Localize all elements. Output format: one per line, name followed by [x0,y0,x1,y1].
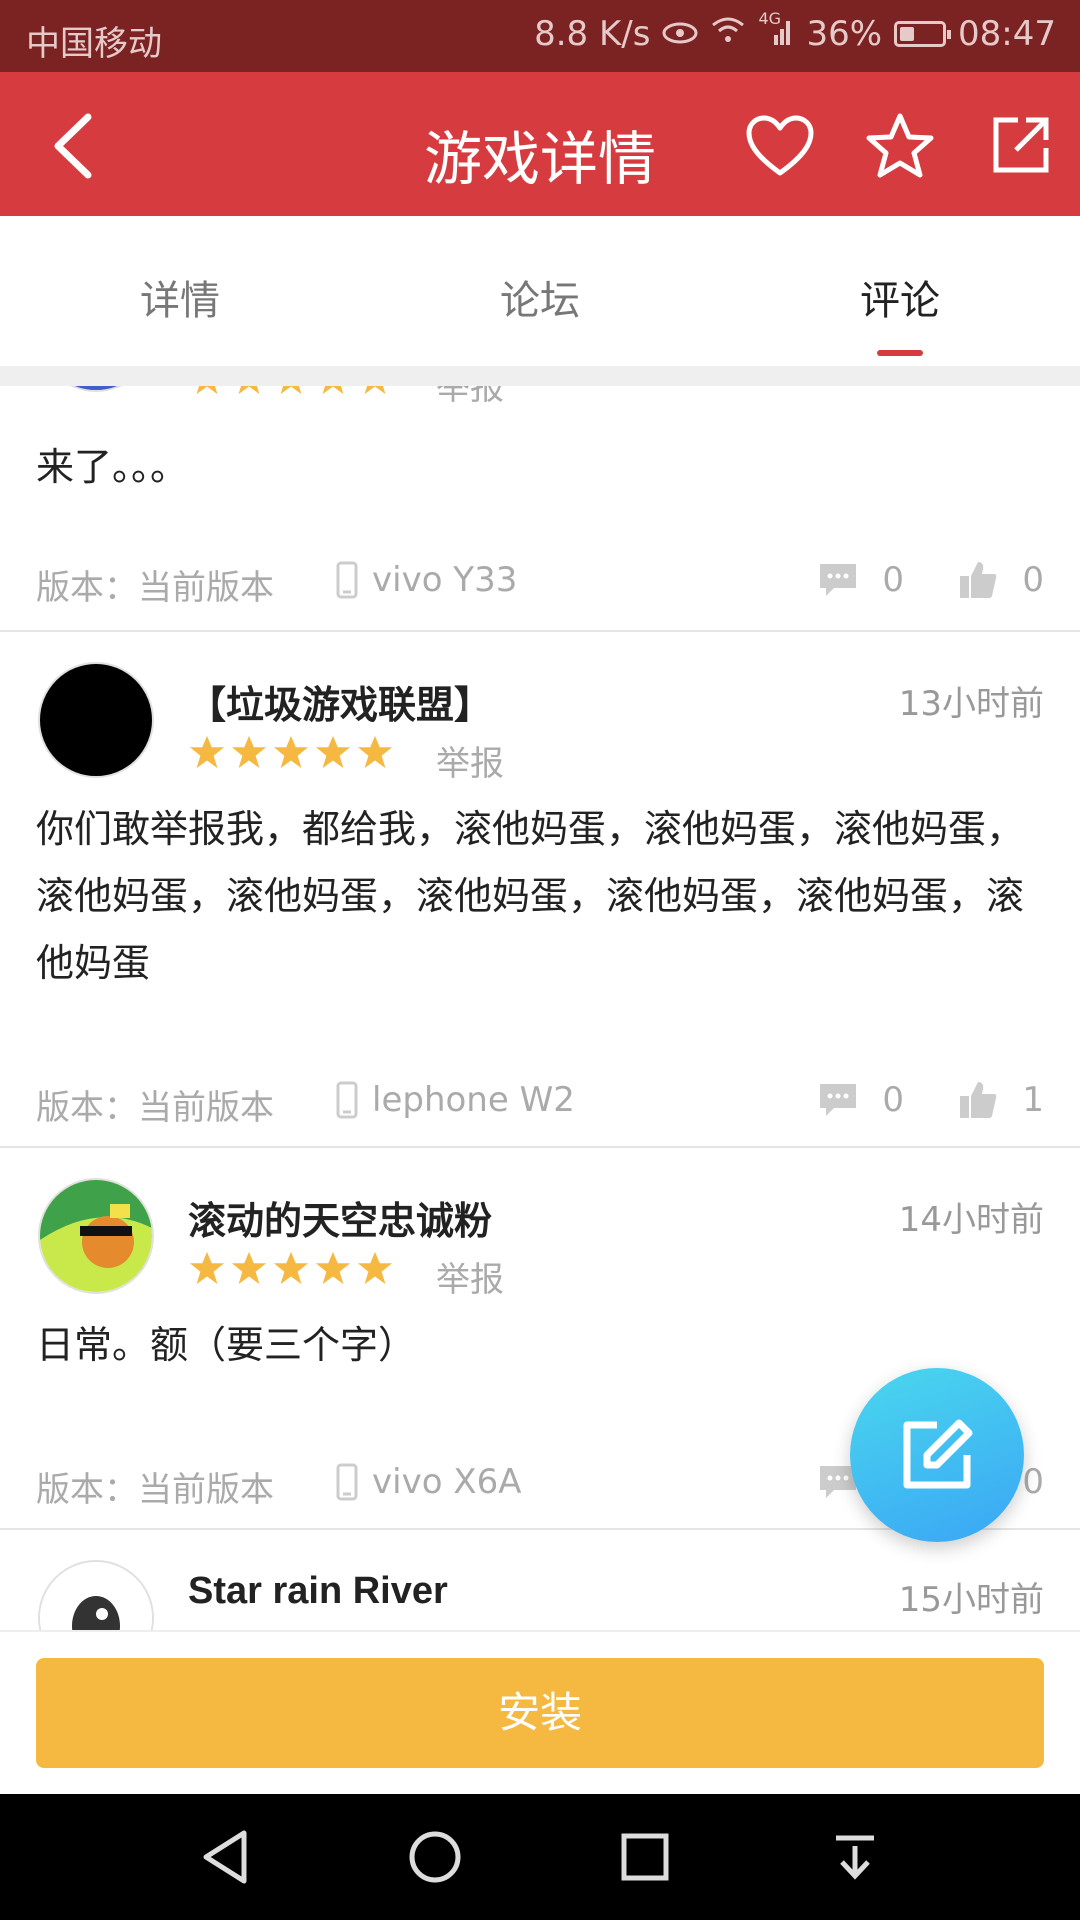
nav-home-icon[interactable] [400,1822,470,1892]
comment-icon [820,564,857,596]
tab-divider [0,366,1080,386]
comment-item: Star rain River 15小时前 [0,1530,1080,1630]
tab-details[interactable]: 详情 [0,216,360,366]
eye-icon [662,14,698,54]
thumbs-up-icon [960,1082,997,1118]
device-name: lephone W2 [372,1080,575,1120]
network-speed: 8.8 K/s [534,14,651,54]
nav-recents-icon[interactable] [610,1822,680,1892]
thumbs-up-icon [960,562,997,598]
tab-comments[interactable]: 评论 [720,216,1080,366]
like-count: 0 [1022,560,1044,600]
edit-icon [903,1419,973,1489]
star-icon [273,1251,309,1285]
star-icon [315,1251,351,1285]
wifi-icon [710,14,746,54]
write-comment-fab[interactable] [850,1368,1024,1542]
reply-count: 0 [882,560,904,600]
comment-item: 举报 来了。。。 版本：当前版本 vivo Y33 0 0 [0,386,1080,632]
nav-notifications-icon[interactable] [820,1822,890,1892]
report-button[interactable]: 举报 [436,386,504,409]
star-icon [357,735,393,769]
rating-stars [188,1250,394,1286]
avatar[interactable] [38,1178,154,1294]
install-button[interactable]: 安装 [36,1658,1044,1768]
device-info: lephone W2 [336,1080,575,1120]
like-count: 1 [1022,1080,1044,1120]
comment-text: 日常。额（要三个字） [36,1323,417,1367]
comment-text: 来了。。。 [36,445,189,489]
star-icon [273,735,309,769]
star-icon [357,1251,393,1285]
tab-forum[interactable]: 论坛 [360,216,720,366]
version-label: 版本：当前版本 [36,1088,274,1128]
share-icon[interactable] [982,108,1058,184]
avatar[interactable] [38,1560,154,1630]
system-nav-bar [0,1794,1080,1920]
star-icon [280,386,302,395]
app-header: 游戏详情 [0,72,1080,216]
comment-icon [820,1084,857,1116]
star-icon [189,1251,225,1285]
device-info: vivo X6A [336,1462,521,1502]
phone-icon [336,1081,358,1119]
star-icon[interactable] [862,108,938,184]
like-button[interactable]: 0 [958,560,1044,600]
status-bar: 中国移动 8.8 K/s 4G 36% 08:47 [0,0,1080,72]
status-right: 8.8 K/s 4G 36% 08:47 [534,9,1056,54]
reply-count-button[interactable]: 0 [818,560,904,600]
username[interactable]: 【垃圾游戏联盟】 [188,674,492,729]
avatar[interactable] [38,386,154,392]
device-info: vivo Y33 [336,560,517,600]
star-icon [238,386,260,395]
battery-icon [894,21,952,47]
star-icon [189,735,225,769]
star-icon [231,735,267,769]
star-icon [322,386,344,395]
star-icon [315,735,351,769]
signal-icon: 4G [758,9,794,51]
star-icon [364,386,386,395]
heart-icon[interactable] [742,108,818,184]
like-button[interactable]: 1 [958,1080,1044,1120]
device-name: vivo X6A [372,1462,522,1502]
timestamp: 13小时前 [898,684,1044,724]
avatar[interactable] [38,662,154,778]
star-icon [231,1251,267,1285]
device-name: vivo Y33 [372,560,518,600]
carrier-label: 中国移动 [26,24,162,64]
phone-icon [336,561,358,599]
like-count: 0 [1022,1462,1044,1502]
reply-count-button[interactable]: 0 [818,1080,904,1120]
report-button[interactable]: 举报 [436,1252,504,1301]
tab-bar: 详情 论坛 评论 [0,216,1080,366]
timestamp: 14小时前 [898,1200,1044,1240]
report-button[interactable]: 举报 [436,736,504,785]
install-bar: 安装 [0,1630,1080,1794]
reply-count: 0 [882,1080,904,1120]
comment-item: 【垃圾游戏联盟】 13小时前 举报 你们敢举报我，都给我，滚他妈蛋，滚他妈蛋，滚… [0,632,1080,1148]
username[interactable]: Star rain River [188,1570,448,1613]
rating-stars [188,734,394,770]
version-label: 版本：当前版本 [36,568,274,608]
rating-stars [188,386,394,396]
network-type: 4G [758,9,782,28]
version-label: 版本：当前版本 [36,1470,274,1510]
battery-percent: 36% [806,14,883,54]
username[interactable]: 滚动的天空忠诚粉 [188,1190,492,1245]
nav-back-icon[interactable] [190,1822,260,1892]
clock: 08:47 [958,14,1056,54]
star-icon [196,386,218,395]
screen: 中国移动 8.8 K/s 4G 36% 08:47 游戏详情 详情 论坛 评论 … [0,0,1080,1920]
timestamp: 15小时前 [898,1580,1044,1620]
phone-icon [336,1463,358,1501]
comment-text: 你们敢举报我，都给我，滚他妈蛋，滚他妈蛋，滚他妈蛋，滚他妈蛋，滚他妈蛋，滚他妈蛋… [36,807,1025,985]
